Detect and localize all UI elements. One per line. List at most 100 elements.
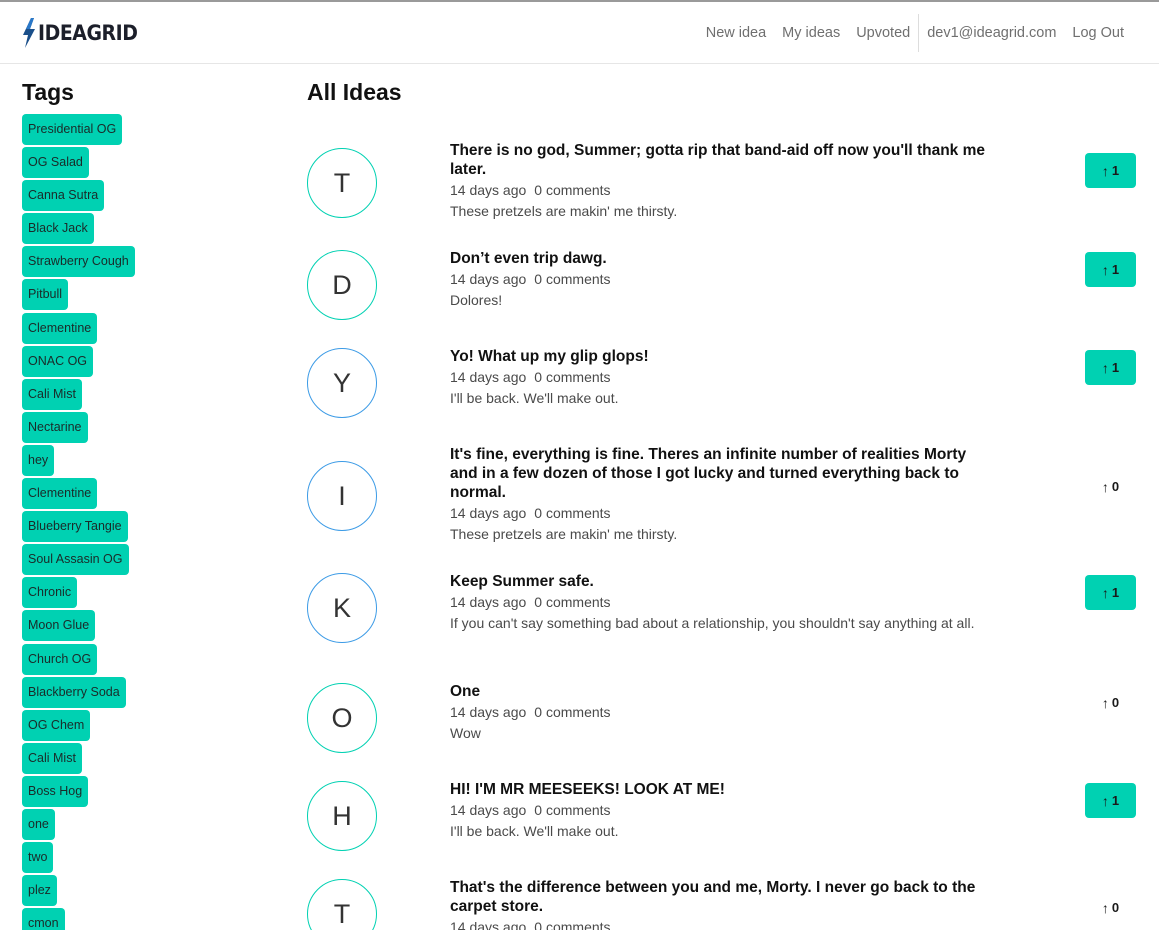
arrow-up-icon: ↑ [1101,478,1109,495]
idea-comments-link[interactable]: 0 comments [534,505,610,521]
idea-meta: 14 days ago 0 comments [450,917,990,930]
tag-pill[interactable]: Clementine [22,312,98,344]
idea-comments-link[interactable]: 0 comments [534,182,610,198]
tag-pill[interactable]: ONAC OG [22,345,94,377]
idea-meta: 14 days ago 0 comments [450,367,990,388]
tag-pill[interactable]: Soul Assasin OG [22,544,129,576]
upvote-button[interactable]: ↑ 0 [1085,685,1136,720]
vote-count: 1 [1111,163,1120,178]
vote-count: 1 [1111,793,1120,808]
tag-pill[interactable]: cmon [22,908,65,930]
idea-title[interactable]: HI! I'M MR MEESEEKS! LOOK AT ME! [450,780,990,799]
tag-pill[interactable]: Chronic [22,577,78,609]
idea-description: I'll be back. We'll make out. [450,390,619,406]
vote-count: 0 [1111,900,1120,915]
upvote-button[interactable]: ↑ 0 [1085,890,1136,925]
tag-pill[interactable]: Cali Mist [22,742,82,774]
vote-count: 1 [1111,585,1120,600]
upvote-button[interactable]: ↑ 1 [1085,783,1136,818]
tag-pill[interactable]: two [22,842,54,874]
arrow-up-icon: ↑ [1101,792,1109,809]
idea-age: 14 days ago [450,369,527,385]
idea-meta: 14 days ago 0 comments [450,269,990,290]
arrow-up-icon: ↑ [1101,899,1109,916]
idea-description: These pretzels are makin' me thirsty. [450,526,678,542]
idea-avatar: Y [307,348,377,418]
arrow-up-icon: ↑ [1101,359,1109,376]
upvote-button[interactable]: ↑ 1 [1085,350,1136,385]
brand-name: IDEAGRID [38,21,138,45]
tag-pill[interactable]: plez [22,875,57,907]
lightning-bolt-icon [23,18,35,48]
idea-avatar: T [307,148,377,218]
nav-new-idea[interactable]: New idea [698,2,774,64]
tag-list: Presidential OG OG Salad Canna Sutra Black … [22,114,262,930]
idea-age: 14 days ago [450,182,527,198]
nav-log-out[interactable]: Log Out [1064,2,1132,64]
tag-pill[interactable]: Moon Glue [22,610,96,642]
idea-description: Wow [450,725,481,741]
idea-title[interactable]: Keep Summer safe. [450,572,990,591]
idea-meta: 14 days ago 0 comments [450,503,990,524]
idea-age: 14 days ago [450,919,527,930]
arrow-up-icon: ↑ [1101,162,1109,179]
nav-my-ideas[interactable]: My ideas [774,2,848,64]
vote-count: 0 [1111,479,1120,494]
idea-title[interactable]: Don’t even trip dawg. [450,249,990,268]
idea-title[interactable]: One [450,682,990,701]
idea-description: Dolores! [450,292,503,308]
idea-avatar: K [307,573,377,643]
tag-pill[interactable]: Clementine [22,478,98,510]
tag-pill[interactable]: one [22,808,55,840]
vote-count: 1 [1111,360,1120,375]
tag-pill[interactable]: Pitbull [22,279,69,311]
idea-meta: 14 days ago 0 comments [450,702,990,723]
tag-pill[interactable]: Canna Sutra [22,180,105,212]
tag-pill[interactable]: Cali Mist [22,378,82,410]
idea-title[interactable]: That's the difference between you and me… [450,878,990,916]
tag-pill[interactable]: Boss Hog [22,775,89,807]
vote-count: 1 [1111,262,1120,277]
idea-comments-link[interactable]: 0 comments [534,594,610,610]
upvote-button[interactable]: ↑ 1 [1085,252,1136,287]
arrow-up-icon: ↑ [1101,694,1109,711]
tag-pill[interactable]: Black Jack [22,213,94,245]
idea-age: 14 days ago [450,802,527,818]
nav-upvoted[interactable]: Upvoted [848,2,918,64]
page-title: All Ideas [307,79,402,105]
idea-title[interactable]: There is no god, Summer; gotta rip that … [450,141,990,179]
idea-age: 14 days ago [450,505,527,521]
upvote-button[interactable]: ↑ 1 [1085,153,1136,188]
idea-age: 14 days ago [450,704,527,720]
idea-comments-link[interactable]: 0 comments [534,919,610,930]
idea-avatar: H [307,781,377,851]
idea-age: 14 days ago [450,271,527,287]
idea-meta: 14 days ago 0 comments [450,592,990,613]
idea-title[interactable]: It's fine, everything is fine. Theres an… [450,445,990,502]
tag-pill[interactable]: OG Salad [22,147,89,179]
idea-meta: 14 days ago 0 comments [450,180,990,201]
upvote-button[interactable]: ↑ 1 [1085,575,1136,610]
navbar: IDEAGRID New idea My ideas Upvoted dev1@… [0,2,1159,64]
idea-comments-link[interactable]: 0 comments [534,271,610,287]
idea-description: These pretzels are makin' me thirsty. [450,203,678,219]
tag-pill[interactable]: hey [22,444,55,476]
idea-comments-link[interactable]: 0 comments [534,802,610,818]
tag-pill[interactable]: Blueberry Tangie [22,511,128,543]
upvote-button[interactable]: ↑ 0 [1085,469,1136,504]
tag-pill[interactable]: Presidential OG [22,114,123,145]
idea-title[interactable]: Yo! What up my glip glops! [450,347,990,366]
nav-user-email[interactable]: dev1@ideagrid.com [919,2,1064,64]
idea-avatar: O [307,683,377,753]
tags-heading: Tags [22,79,74,105]
tag-pill[interactable]: Blackberry Soda [22,676,126,708]
idea-avatar: I [307,461,377,531]
tag-pill[interactable]: Church OG [22,643,98,675]
tag-pill[interactable]: OG Chem [22,709,91,741]
idea-comments-link[interactable]: 0 comments [534,369,610,385]
arrow-up-icon: ↑ [1101,584,1109,601]
tag-pill[interactable]: Strawberry Cough [22,246,135,278]
tag-pill[interactable]: Nectarine [22,411,88,443]
brand-logo[interactable]: IDEAGRID [22,17,149,49]
idea-comments-link[interactable]: 0 comments [534,704,610,720]
